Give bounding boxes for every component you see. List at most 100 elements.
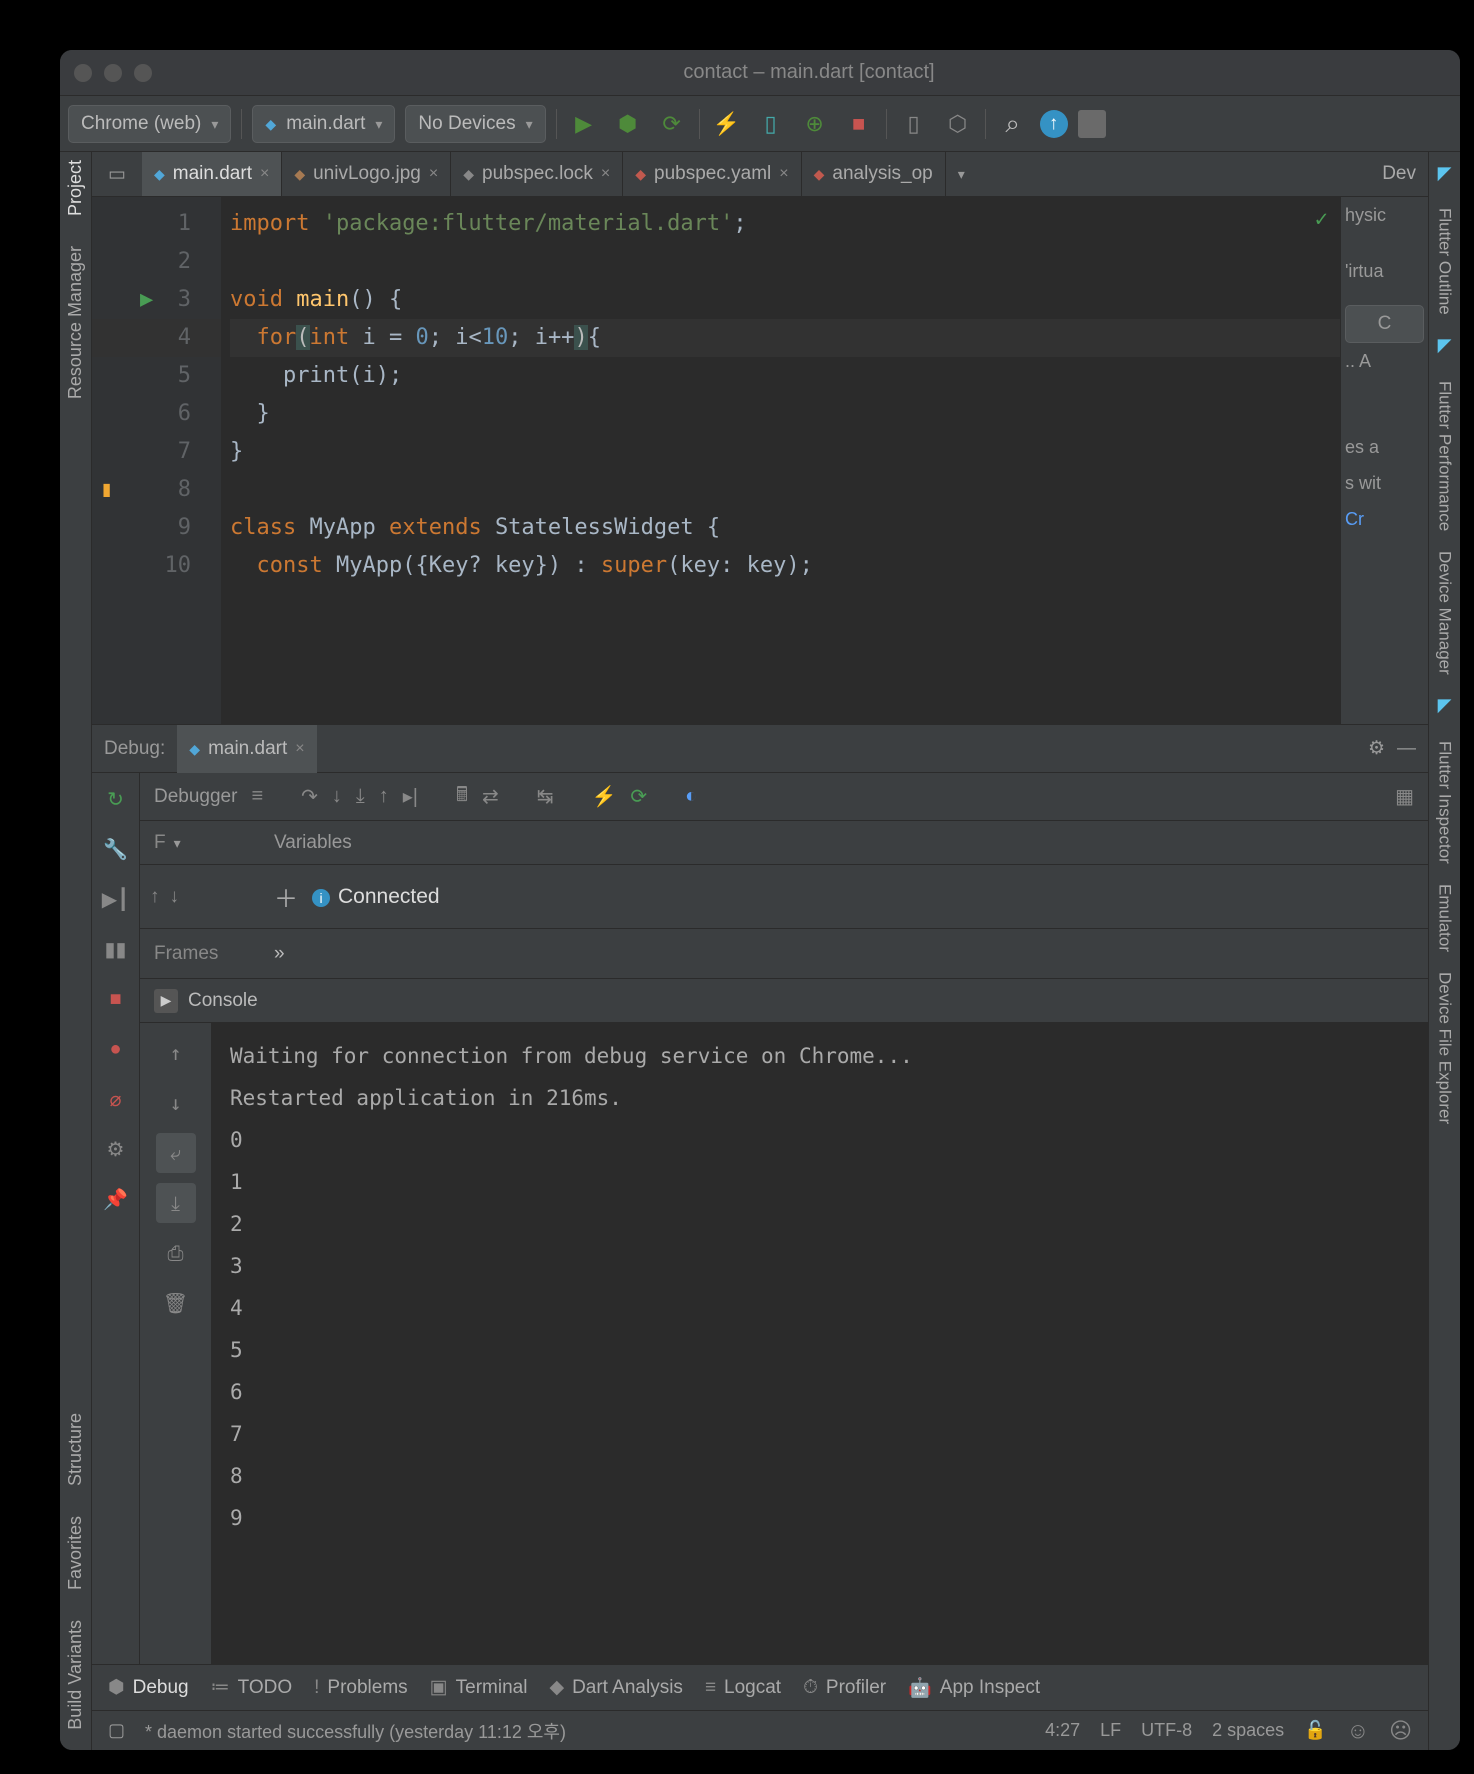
- project-toolwindow[interactable]: Project: [65, 160, 86, 216]
- line-sep[interactable]: LF: [1100, 1720, 1121, 1741]
- bottom-terminal[interactable]: ▣Terminal: [430, 1676, 528, 1699]
- scroll-end-icon[interactable]: ⤓: [156, 1183, 196, 1223]
- line-number[interactable]: 6: [92, 395, 221, 433]
- close-icon[interactable]: ×: [429, 165, 438, 183]
- feedback-sad-icon[interactable]: ☹: [1389, 1718, 1412, 1744]
- more-icon[interactable]: »: [274, 943, 285, 965]
- frame-down-icon[interactable]: ↓: [170, 886, 180, 908]
- breakpoint-view-icon[interactable]: ●: [100, 1033, 132, 1065]
- cursor-position[interactable]: 4:27: [1045, 1720, 1080, 1741]
- resume-icon[interactable]: ▶┃: [100, 883, 132, 915]
- force-step-into-icon[interactable]: ⤓: [356, 785, 365, 808]
- search-icon[interactable]: [996, 107, 1030, 141]
- frame-up-icon[interactable]: ↑: [150, 886, 160, 908]
- close-icon[interactable]: [74, 64, 92, 82]
- coverage-icon[interactable]: [655, 107, 689, 141]
- debug-session-tab[interactable]: main.dart ×: [177, 725, 316, 773]
- clear-icon[interactable]: 🗑: [156, 1283, 196, 1323]
- dev-tab[interactable]: Dev: [1370, 152, 1428, 196]
- tab-main-dart[interactable]: main.dart ×: [142, 152, 282, 196]
- target-selector[interactable]: Chrome (web): [68, 105, 231, 143]
- print-icon[interactable]: ⎙: [156, 1233, 196, 1273]
- stop-icon[interactable]: [842, 107, 876, 141]
- hot-restart-icon[interactable]: ⟳: [630, 784, 647, 809]
- inspector-toolwindow[interactable]: Flutter Inspector: [1435, 741, 1455, 864]
- console-icon[interactable]: ▶: [154, 989, 178, 1013]
- bottom-debug[interactable]: ⬢Debug: [108, 1676, 189, 1699]
- devmgr-toolwindow[interactable]: Device Manager: [1435, 551, 1455, 675]
- emulator-toolwindow[interactable]: Emulator: [1435, 884, 1455, 952]
- bottom-dart-analysis[interactable]: ◆Dart Analysis: [549, 1676, 683, 1699]
- avd-icon[interactable]: [941, 107, 975, 141]
- hot-reload-icon[interactable]: ⚡: [592, 784, 617, 809]
- device-icon[interactable]: [897, 107, 931, 141]
- window-controls[interactable]: [74, 64, 152, 82]
- toolwindow-quick-icon[interactable]: ▢: [108, 1720, 125, 1741]
- tab-pubspec-lock[interactable]: pubspec.lock ×: [451, 152, 623, 196]
- settings-icon[interactable]: ⚙: [100, 1133, 132, 1165]
- problems-check-icon[interactable]: ✓: [1315, 207, 1328, 232]
- console-output[interactable]: Waiting for connection from debug servic…: [212, 1023, 1428, 1664]
- pause-icon[interactable]: ▮▮: [100, 933, 132, 965]
- rp-link[interactable]: Cr: [1345, 509, 1424, 545]
- run-to-cursor-icon[interactable]: ▸|: [403, 784, 418, 809]
- pin-icon[interactable]: 📌: [100, 1183, 132, 1215]
- scroll-up-icon[interactable]: ↑: [156, 1033, 196, 1073]
- line-number[interactable]: 7: [92, 433, 221, 471]
- add-watch-icon[interactable]: ＋: [274, 879, 298, 914]
- scroll-down-icon[interactable]: ↓: [156, 1083, 196, 1123]
- trace-icon[interactable]: ⇄: [482, 784, 499, 809]
- create-device-button[interactable]: C: [1345, 305, 1424, 343]
- bookmark-icon[interactable]: ▮: [100, 471, 113, 509]
- structure-toolwindow[interactable]: Structure: [65, 1413, 86, 1486]
- lock-icon[interactable]: 🔓: [1304, 1720, 1326, 1741]
- run-gutter-icon[interactable]: ▶: [140, 281, 153, 319]
- more-tabs[interactable]: [946, 152, 977, 196]
- feedback-happy-icon[interactable]: ☺: [1347, 1718, 1369, 1744]
- run-config-selector[interactable]: main.dart: [252, 105, 395, 143]
- layout-icon[interactable]: ▦: [1395, 784, 1414, 809]
- perf-toolwindow[interactable]: Flutter Performance: [1435, 381, 1455, 531]
- tab-univlogo[interactable]: univLogo.jpg ×: [282, 152, 451, 196]
- debugger-label[interactable]: Debugger: [154, 786, 237, 808]
- close-icon[interactable]: ×: [779, 165, 788, 183]
- frames-hdr[interactable]: F: [154, 832, 166, 854]
- step-over-icon[interactable]: ↷: [301, 784, 318, 809]
- chevron-down-icon[interactable]: [174, 832, 181, 854]
- line-number[interactable]: 4: [92, 319, 221, 357]
- line-number[interactable]: 9: [92, 509, 221, 547]
- line-number[interactable]: ▮8: [92, 471, 221, 509]
- line-number[interactable]: ▶3: [92, 281, 221, 319]
- wrench-icon[interactable]: 🔧: [100, 833, 132, 865]
- mute-bp-icon[interactable]: ⌀: [100, 1083, 132, 1115]
- editor[interactable]: 1 2 ▶3 4 5 6 7 ▮8 9 10 ✓ import 'package…: [92, 197, 1340, 724]
- close-icon[interactable]: ×: [260, 165, 269, 183]
- stop-icon[interactable]: ■: [100, 983, 132, 1015]
- favorites-toolwindow[interactable]: Favorites: [65, 1516, 86, 1590]
- outline-toolwindow[interactable]: Flutter Outline: [1435, 208, 1455, 315]
- step-into-icon[interactable]: ↓: [332, 785, 342, 808]
- minimize-icon[interactable]: [104, 64, 122, 82]
- show-exec-icon[interactable]: ≡: [251, 785, 263, 808]
- evaluate-icon[interactable]: 🖩: [456, 780, 468, 814]
- bottom-logcat[interactable]: ≡Logcat: [705, 1677, 781, 1699]
- zoom-icon[interactable]: [134, 64, 152, 82]
- encoding[interactable]: UTF-8: [1141, 1720, 1192, 1741]
- rerun-icon[interactable]: ↻: [100, 783, 132, 815]
- close-icon[interactable]: ×: [295, 740, 304, 758]
- code-area[interactable]: ✓ import 'package:flutter/material.dart'…: [222, 197, 1340, 724]
- tab-analysis-options[interactable]: analysis_op: [802, 152, 946, 196]
- line-number[interactable]: 5: [92, 357, 221, 395]
- line-number[interactable]: 1: [92, 205, 221, 243]
- bottom-todo[interactable]: ≔TODO: [211, 1676, 293, 1699]
- unknown-icon[interactable]: ↹: [537, 784, 554, 809]
- run-icon[interactable]: [567, 107, 601, 141]
- filex-toolwindow[interactable]: Device File Explorer: [1435, 972, 1455, 1124]
- tab-pubspec-yaml[interactable]: pubspec.yaml ×: [623, 152, 801, 196]
- frames-label[interactable]: Frames: [140, 929, 260, 978]
- hot-reload-icon[interactable]: [710, 107, 744, 141]
- avatar-icon[interactable]: [1078, 110, 1106, 138]
- minimize-icon[interactable]: —: [1397, 738, 1416, 760]
- bottom-profiler[interactable]: ⏱Profiler: [803, 1677, 886, 1699]
- attach-icon[interactable]: [754, 107, 788, 141]
